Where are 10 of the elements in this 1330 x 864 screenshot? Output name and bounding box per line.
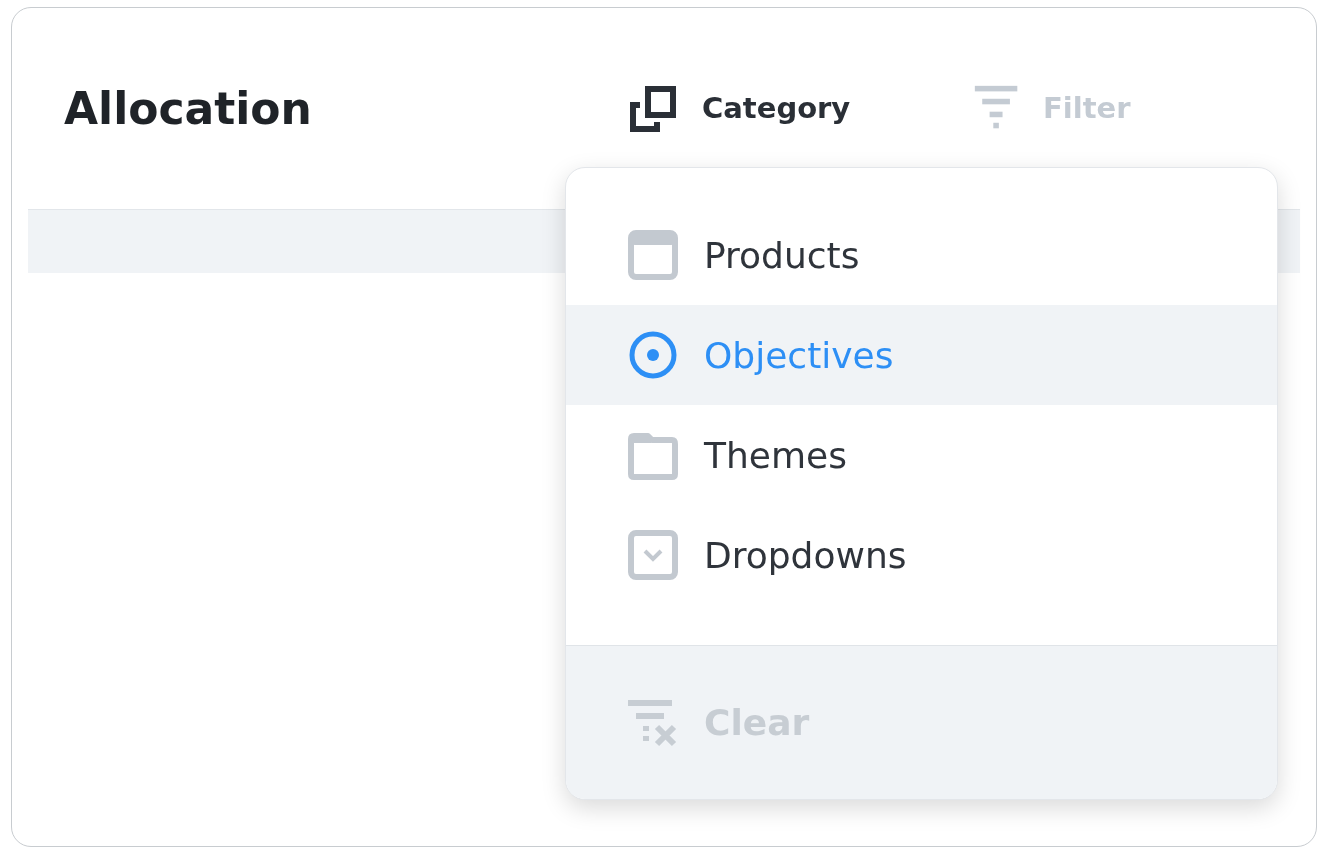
panel-title: Allocation: [64, 82, 313, 134]
menu-item[interactable]: Products: [566, 205, 1277, 305]
menu-item[interactable]: Themes: [566, 405, 1277, 505]
dropdown-box-icon: [628, 530, 678, 580]
target-icon: [628, 330, 678, 380]
menu-item[interactable]: Dropdowns: [566, 505, 1277, 605]
window-icon: [628, 230, 678, 280]
category-button[interactable]: Category: [628, 82, 851, 134]
folder-icon: [628, 430, 678, 480]
clear-filter-icon: [628, 697, 678, 748]
